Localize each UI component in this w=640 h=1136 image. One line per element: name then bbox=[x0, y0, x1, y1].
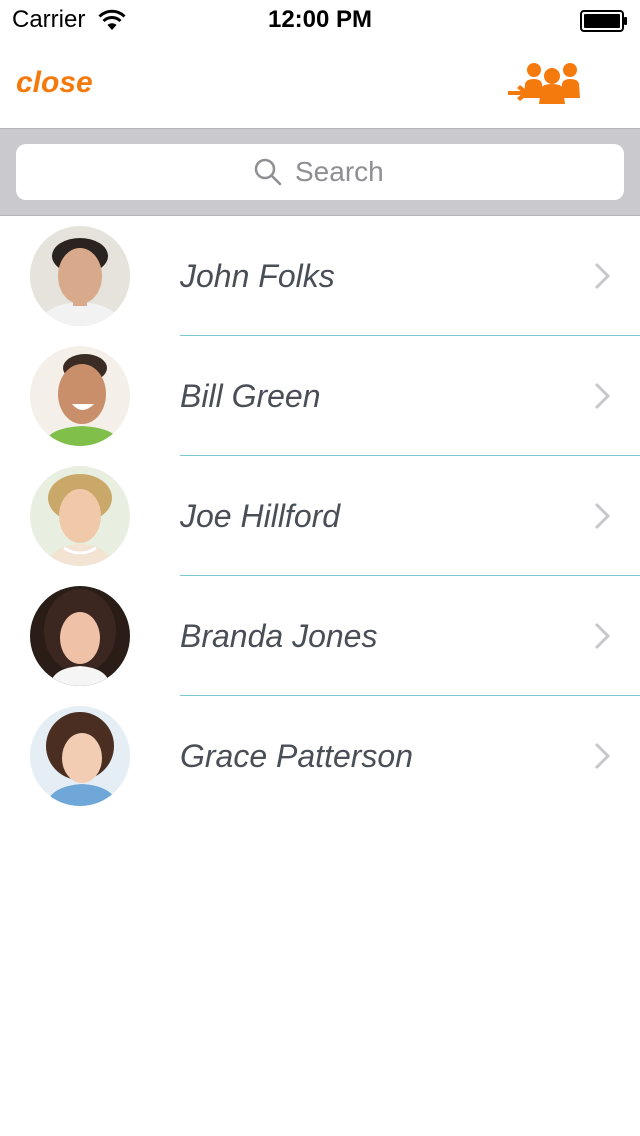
battery-icon bbox=[580, 10, 627, 32]
chevron-right-icon bbox=[594, 262, 610, 290]
contact-row[interactable]: Joe Hillford bbox=[0, 456, 640, 576]
avatar bbox=[30, 226, 130, 326]
chevron-right-icon bbox=[594, 622, 610, 650]
contact-row[interactable]: John Folks bbox=[0, 216, 640, 336]
close-button[interactable]: close bbox=[16, 66, 93, 100]
navigation-bar: close bbox=[0, 40, 640, 128]
chevron-right-icon bbox=[594, 742, 610, 770]
group-add-icon[interactable] bbox=[506, 58, 586, 110]
avatar bbox=[30, 466, 130, 566]
contact-name: Joe Hillford bbox=[180, 498, 341, 534]
search-bar bbox=[0, 128, 640, 216]
contact-name: Branda Jones bbox=[180, 618, 378, 654]
contact-row[interactable]: Branda Jones bbox=[0, 576, 640, 696]
contact-list: John Folks Bill Green Joe Hillford Brand… bbox=[0, 216, 640, 816]
search-field[interactable] bbox=[16, 144, 624, 200]
contact-name: John Folks bbox=[180, 258, 335, 294]
search-icon bbox=[254, 158, 282, 186]
clock-label: 12:00 PM bbox=[267, 6, 373, 33]
contact-row[interactable]: Bill Green bbox=[0, 336, 640, 456]
contact-name: Bill Green bbox=[180, 378, 321, 414]
avatar bbox=[30, 586, 130, 686]
avatar bbox=[30, 706, 130, 806]
chevron-right-icon bbox=[594, 502, 610, 530]
contact-name: Grace Patterson bbox=[180, 738, 413, 774]
contact-row[interactable]: Grace Patterson bbox=[0, 696, 640, 816]
contacts-screen: Carrier 12:00 PM close Search John Folks… bbox=[0, 0, 640, 1136]
status-bar: Carrier 12:00 PM bbox=[0, 0, 640, 40]
chevron-right-icon bbox=[594, 382, 610, 410]
search-input[interactable] bbox=[295, 156, 387, 188]
avatar bbox=[30, 346, 130, 446]
